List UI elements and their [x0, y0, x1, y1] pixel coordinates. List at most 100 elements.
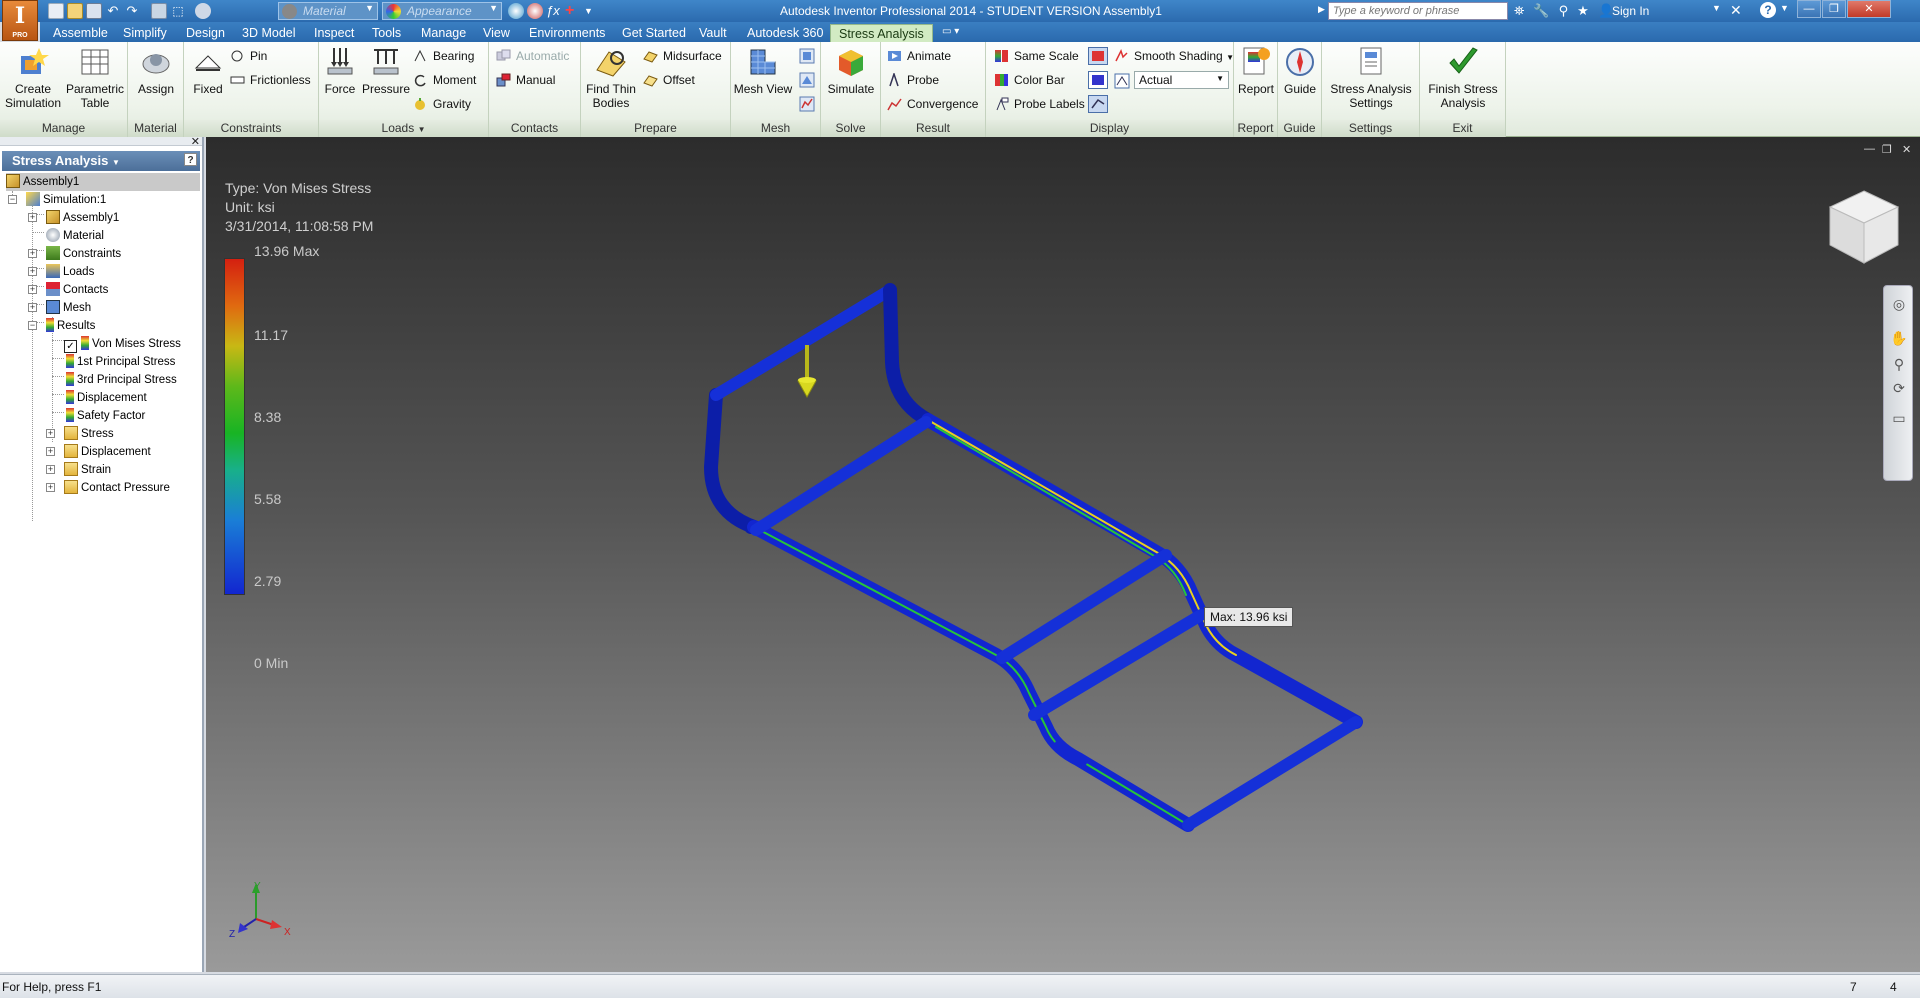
select-icon[interactable]: ⬚ [170, 3, 186, 19]
material-combo[interactable]: Material ▼ [278, 2, 378, 20]
add-icon[interactable]: + [565, 3, 581, 19]
tab-stress-analysis[interactable]: Stress Analysis [830, 24, 933, 42]
chevron-down-icon[interactable]: ▼ [418, 125, 426, 134]
subscription-icon[interactable]: 🔧 [1533, 3, 1549, 19]
gravity-load-button[interactable]: Gravity [413, 96, 471, 112]
expand-icon[interactable]: + [28, 267, 37, 276]
report-button[interactable]: Report [1236, 46, 1276, 96]
tab-inspect[interactable]: Inspect [314, 24, 354, 42]
tab-design[interactable]: Design [186, 24, 225, 42]
tree-item-sim-assembly[interactable]: Assembly1 [46, 209, 119, 227]
parametric-table-button[interactable]: Parametric Table [64, 46, 126, 110]
pin-constraint-button[interactable]: Pin [230, 48, 267, 64]
favorites-icon[interactable]: ★ [1577, 3, 1589, 19]
stress-analysis-settings-button[interactable]: Stress Analysis Settings [1324, 46, 1418, 110]
create-simulation-button[interactable]: Create Simulation [2, 46, 64, 110]
tree-item-mesh[interactable]: Mesh [46, 299, 91, 317]
expand-icon[interactable]: + [46, 483, 55, 492]
tab-3d-model[interactable]: 3D Model [242, 24, 296, 42]
mesh-settings-icon[interactable] [799, 48, 815, 64]
tree-item-stress-folder[interactable]: Stress [64, 425, 114, 443]
expand-icon[interactable]: + [28, 249, 37, 258]
expand-icon[interactable]: + [46, 465, 55, 474]
guide-button[interactable]: Guide [1280, 46, 1320, 96]
convergence-settings-icon[interactable] [799, 96, 815, 112]
bearing-load-button[interactable]: Bearing [413, 48, 474, 64]
show-boundary-conditions-icon[interactable] [1088, 95, 1108, 113]
graphics-viewport[interactable]: — ❐ ✕ Type: Von Mises Stress Unit: ksi 3… [206, 137, 1920, 972]
tab-environments[interactable]: Environments [529, 24, 605, 42]
adjust-icon[interactable] [508, 3, 524, 19]
return-icon[interactable] [151, 3, 167, 19]
chevron-down-icon[interactable]: ▼ [1780, 3, 1789, 13]
exchange-apps-icon[interactable]: ✕ [1730, 2, 1742, 19]
tree-item-results[interactable]: Results [46, 317, 95, 335]
tree-item-loads[interactable]: Loads [46, 263, 94, 281]
expand-icon[interactable]: + [28, 303, 37, 312]
animate-button[interactable]: Animate [887, 48, 951, 64]
maximize-button[interactable]: ❐ [1822, 0, 1846, 18]
tab-vault[interactable]: Vault [699, 24, 727, 42]
tree-item-assembly[interactable]: Assembly1 [6, 173, 200, 191]
search-expand-icon[interactable]: ▶ [1318, 4, 1325, 15]
app-logo[interactable]: I PRO [2, 0, 38, 41]
displacement-scale-select[interactable]: Actual ▼ [1134, 71, 1229, 89]
close-icon[interactable]: ✕ [191, 135, 200, 148]
smooth-shading-dropdown[interactable]: Smooth Shading ▼ [1114, 48, 1234, 64]
assign-button[interactable]: Assign [132, 46, 180, 96]
frictionless-constraint-button[interactable]: Frictionless [230, 72, 311, 88]
tree-item-contacts[interactable]: Contacts [46, 281, 108, 299]
find-thin-bodies-button[interactable]: Find Thin Bodies [581, 46, 641, 110]
tree-item-3rd-principal-stress[interactable]: 3rd Principal Stress [66, 371, 177, 389]
search-input[interactable]: Type a keyword or phrase [1328, 2, 1508, 20]
open-icon[interactable] [67, 3, 83, 19]
moment-load-button[interactable]: Moment [413, 72, 476, 88]
expand-icon[interactable]: + [46, 429, 55, 438]
fixed-constraint-button[interactable]: Fixed [188, 46, 228, 96]
orbit-icon[interactable]: ⟳ [1890, 380, 1908, 398]
pan-icon[interactable]: ✋ [1890, 330, 1908, 348]
communication-icon[interactable]: ⚲ [1559, 3, 1569, 19]
tab-simplify[interactable]: Simplify [123, 24, 167, 42]
tab-assemble[interactable]: Assemble [53, 24, 108, 42]
probe-labels-button[interactable]: Probe Labels [994, 96, 1085, 112]
local-mesh-control-icon[interactable] [799, 72, 815, 88]
midsurface-button[interactable]: Midsurface [643, 48, 722, 64]
chevron-down-icon[interactable]: ▼ [1712, 3, 1721, 13]
tree-item-von-mises-stress[interactable]: ✓ Von Mises Stress [64, 335, 181, 353]
browser-title-bar[interactable]: Stress Analysis ▼ ? [2, 151, 200, 171]
sign-in-button[interactable]: Sign In [1612, 4, 1649, 18]
tree-item-strain-folder[interactable]: Strain [64, 461, 111, 479]
collapse-icon[interactable]: − [28, 321, 37, 330]
expand-icon[interactable]: + [28, 213, 37, 222]
frame-model[interactable] [206, 137, 1920, 972]
manual-contacts-button[interactable]: Manual [496, 72, 555, 88]
undo-icon[interactable]: ↶ [105, 3, 121, 19]
probe-button[interactable]: Probe [887, 72, 939, 88]
zoom-icon[interactable]: ⚲ [1890, 356, 1908, 374]
properties-icon[interactable] [195, 3, 211, 19]
force-button[interactable]: Force [319, 46, 361, 96]
mesh-view-button[interactable]: Mesh View [733, 46, 793, 96]
tab-tools[interactable]: Tools [372, 24, 401, 42]
look-at-icon[interactable]: ▭ [1890, 410, 1908, 428]
ribbon-options-icon[interactable]: ▭ ▾ [942, 24, 959, 42]
save-icon[interactable] [86, 3, 102, 19]
color-bar-button[interactable]: Color Bar [994, 72, 1065, 88]
convergence-plot-button[interactable]: Convergence [887, 96, 978, 112]
same-scale-button[interactable]: Same Scale [994, 48, 1079, 64]
minimize-button[interactable]: — [1797, 0, 1821, 18]
help-icon[interactable]: ? [184, 153, 197, 166]
simulate-button[interactable]: Simulate [825, 46, 877, 96]
tree-item-material[interactable]: Material [46, 227, 104, 245]
show-max-icon[interactable] [1088, 47, 1108, 65]
customize-dropdown-icon[interactable]: ▼ [584, 3, 593, 19]
visibility-checkbox[interactable]: ✓ [64, 340, 77, 353]
tree-item-displacement[interactable]: Displacement [66, 389, 147, 407]
new-icon[interactable] [48, 3, 64, 19]
steering-wheel-icon[interactable]: ◎ [1890, 296, 1908, 314]
collapse-icon[interactable]: − [8, 195, 17, 204]
tab-view[interactable]: View [483, 24, 510, 42]
expand-icon[interactable]: + [28, 285, 37, 294]
redo-icon[interactable]: ↷ [124, 3, 140, 19]
